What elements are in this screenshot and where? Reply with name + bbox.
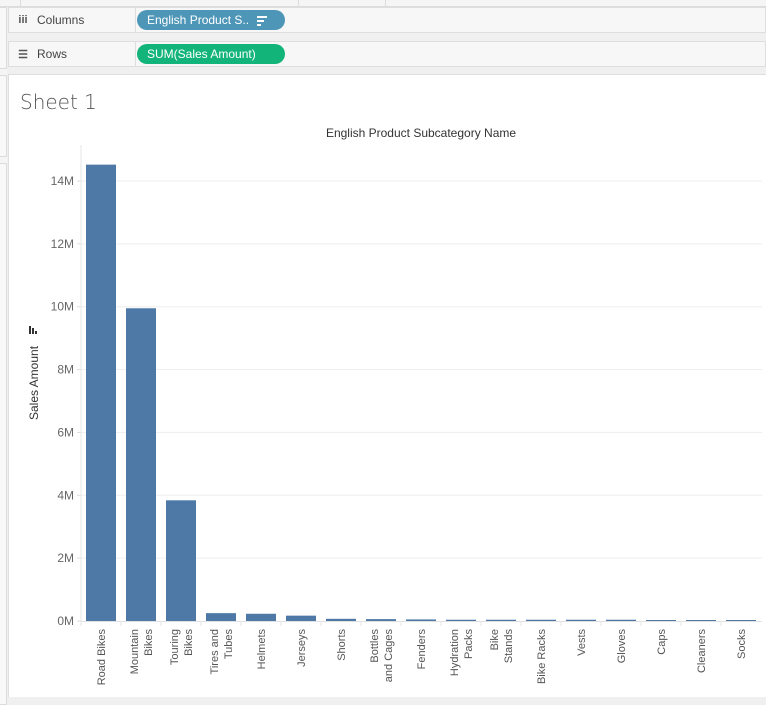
x-tick-label-line: Road Bikes: [96, 629, 108, 686]
y-axis-title: Sales Amount: [27, 345, 41, 420]
x-tick-label: Hydration Packs: [449, 629, 475, 677]
x-tick-label: Bike Racks: [536, 629, 548, 685]
bar-socks[interactable]: [726, 620, 756, 621]
y-axis-title-group: Sales Amount: [27, 326, 41, 420]
y-tick-label: 2M: [57, 551, 74, 565]
x-tick-label: Fenders: [416, 629, 428, 670]
x-tick-label-line: Socks: [736, 629, 748, 659]
x-tick-label-line: Jerseys: [296, 629, 308, 667]
x-tick-label: Gloves: [616, 629, 628, 664]
x-tick-label-line: Packs: [463, 629, 475, 659]
x-tick-label-line: Shorts: [336, 629, 348, 661]
bar-road-bikes[interactable]: [86, 164, 116, 621]
x-tick-label-line: Hydration: [449, 629, 461, 676]
x-tick-label-line: and Cages: [383, 629, 395, 683]
x-tick-label: Touring Bikes: [169, 629, 195, 666]
x-tick-label-line: Tires and: [209, 629, 221, 674]
y-tick-label: 4M: [57, 488, 74, 502]
y-tick-label: 12M: [51, 237, 74, 251]
bar-helmets[interactable]: [246, 613, 276, 621]
sort-icon[interactable]: [29, 326, 37, 334]
bar-vests[interactable]: [566, 619, 596, 621]
x-tick-label-line: Fenders: [416, 629, 428, 670]
bar-gloves[interactable]: [606, 619, 636, 621]
y-tick-label: 8M: [57, 363, 74, 377]
x-tick-label-line: Mountain: [129, 629, 141, 674]
y-tick-label: 10M: [51, 300, 74, 314]
bar-shorts[interactable]: [326, 618, 356, 621]
bar-mountain-bikes[interactable]: [126, 308, 156, 621]
bar-touring-bikes[interactable]: [166, 500, 196, 621]
x-tick-label: Cleaners: [696, 629, 708, 674]
y-tick-label: 0M: [57, 614, 74, 628]
x-tick-label-line: Touring: [169, 629, 181, 665]
x-tick-label-line: Bikes: [143, 629, 155, 656]
bar-cleaners[interactable]: [686, 620, 716, 621]
x-tick-label-line: Gloves: [616, 629, 628, 664]
bar-bottles-and-cages[interactable]: [366, 619, 396, 621]
x-tick-label-line: Bottles: [369, 629, 381, 663]
x-tick-label: Tires and Tubes: [209, 629, 235, 675]
bar-chart: English Product Subcategory Name Sales A…: [27, 126, 762, 686]
x-tick-label-line: Bikes: [183, 629, 195, 656]
bar-bike-stands[interactable]: [486, 619, 516, 621]
x-tick-label: Jerseys: [296, 629, 308, 667]
x-tick-label: Vests: [576, 629, 588, 656]
bar-tires-and-tubes[interactable]: [206, 613, 236, 621]
x-tick-label-line: Bike Racks: [536, 629, 548, 685]
bar-bike-racks[interactable]: [526, 619, 556, 621]
x-tick-label-line: Vests: [576, 629, 588, 656]
bar-hydration-packs[interactable]: [446, 619, 476, 621]
bar-caps[interactable]: [646, 620, 676, 621]
bar-fenders[interactable]: [406, 619, 436, 621]
x-tick-label: Socks: [736, 629, 748, 659]
x-tick-label-line: Caps: [656, 629, 668, 655]
x-tick-label-line: Helmets: [256, 629, 268, 670]
x-tick-label-line: Stands: [503, 629, 515, 664]
x-tick-label-line: Cleaners: [696, 629, 708, 674]
x-tick-label: Caps: [656, 629, 668, 655]
y-tick-label: 14M: [51, 174, 74, 188]
x-tick-label-line: Bike: [489, 629, 501, 650]
x-tick-label: Bottles and Cages: [369, 629, 395, 683]
x-tick-label: Mountain Bikes: [129, 629, 155, 675]
x-tick-label: Helmets: [256, 629, 268, 670]
bar-jerseys[interactable]: [286, 615, 316, 621]
x-tick-label: Road Bikes: [96, 629, 108, 686]
x-tick-label: Shorts: [336, 629, 348, 661]
x-axis-title: English Product Subcategory Name: [326, 126, 516, 140]
y-tick-label: 6M: [57, 425, 74, 439]
x-tick-label: Bike Stands: [489, 629, 515, 664]
x-tick-label-line: Tubes: [223, 629, 235, 660]
